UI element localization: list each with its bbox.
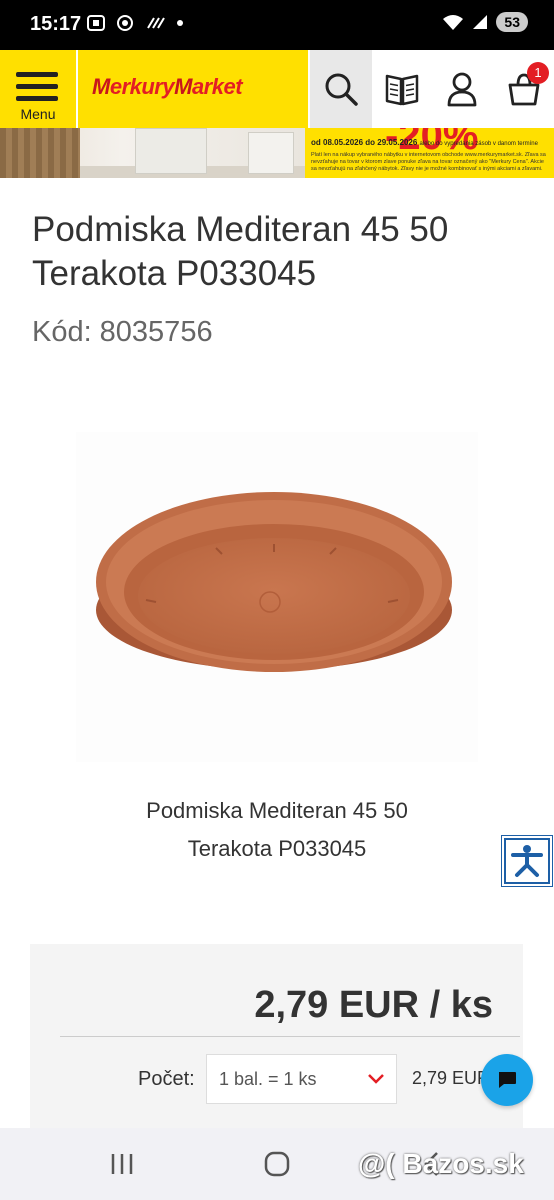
divider — [60, 1036, 520, 1037]
quantity-label: Počet: — [138, 1068, 195, 1090]
chat-button[interactable] — [481, 1054, 533, 1106]
price-box: 2,79 EUR / ks Počet: 1 bal. = 1 ks 2,79 … — [30, 944, 523, 1128]
dot-icon — [177, 20, 184, 26]
hamburger-icon — [16, 72, 58, 108]
book-icon — [385, 74, 419, 106]
search-button[interactable] — [310, 50, 372, 128]
system-nav-bar: @( Bazos.sk — [0, 1128, 554, 1200]
screenshot-icon — [87, 15, 105, 31]
banner-fine-print: Platí len na nákup vybraného nábytku v i… — [311, 152, 546, 172]
product-image[interactable] — [76, 432, 478, 762]
catalog-button[interactable] — [372, 50, 432, 128]
recent-apps-button[interactable] — [102, 1146, 142, 1182]
status-time: 15:17 — [30, 13, 82, 35]
logo-link[interactable]: MerkuryMarket — [78, 50, 308, 128]
cart-button[interactable]: 1 — [494, 50, 554, 128]
menu-label: Menu — [20, 106, 56, 122]
chrome-icon — [117, 15, 134, 31]
battery-indicator: 53 — [496, 12, 528, 32]
chevron-down-icon — [368, 1074, 384, 1084]
product-code-value: 8035756 — [99, 316, 213, 348]
site-header: Menu MerkuryMarket 1 — [0, 50, 554, 128]
watermark: @( Bazos.sk — [358, 1148, 524, 1179]
product-image-caption: Podmiska Mediteran 45 50 Terakota P03304… — [146, 798, 408, 861]
product-code: Kód: 8035756 — [32, 316, 213, 349]
recent-apps-icon — [111, 1154, 133, 1174]
logo: MerkuryMarket — [92, 74, 243, 99]
wifi-icon — [443, 15, 464, 30]
quantity-total-price: 2,79 EUR — [412, 1068, 491, 1088]
accessibility-button[interactable] — [502, 836, 552, 886]
chat-icon — [499, 1072, 516, 1088]
banner-dates: od 08.05.2026 do 29.05.2026 alebo do vyp… — [311, 138, 538, 147]
search-icon — [325, 73, 358, 106]
user-icon — [447, 72, 477, 107]
banner-image — [0, 128, 305, 178]
cart-count-badge: 1 — [527, 62, 549, 84]
promo-banner[interactable]: -20% od 08.05.2026 do 29.05.2026 alebo d… — [0, 128, 554, 178]
product-price: 2,79 EUR / ks — [254, 984, 493, 1026]
home-button[interactable] — [257, 1146, 297, 1182]
accessibility-icon — [511, 845, 543, 877]
account-button[interactable] — [432, 50, 492, 128]
home-icon — [264, 1151, 290, 1177]
quantity-select[interactable]: 1 bal. = 1 ks — [206, 1054, 397, 1104]
banner-promo-panel: -20% od 08.05.2026 do 29.05.2026 alebo d… — [305, 128, 554, 178]
product-title: Podmiska Mediteran 45 50 Terakota P03304… — [32, 210, 449, 293]
slash-icon — [147, 17, 165, 29]
status-bar: 15:17 53 — [0, 0, 554, 50]
quantity-selected-value: 1 bal. = 1 ks — [219, 1069, 317, 1089]
menu-button[interactable]: Menu — [0, 50, 76, 128]
notification-icons — [86, 14, 185, 32]
signal-icon — [473, 15, 488, 29]
product-code-label: Kód: — [32, 316, 92, 348]
plant-saucer-image — [96, 492, 452, 672]
